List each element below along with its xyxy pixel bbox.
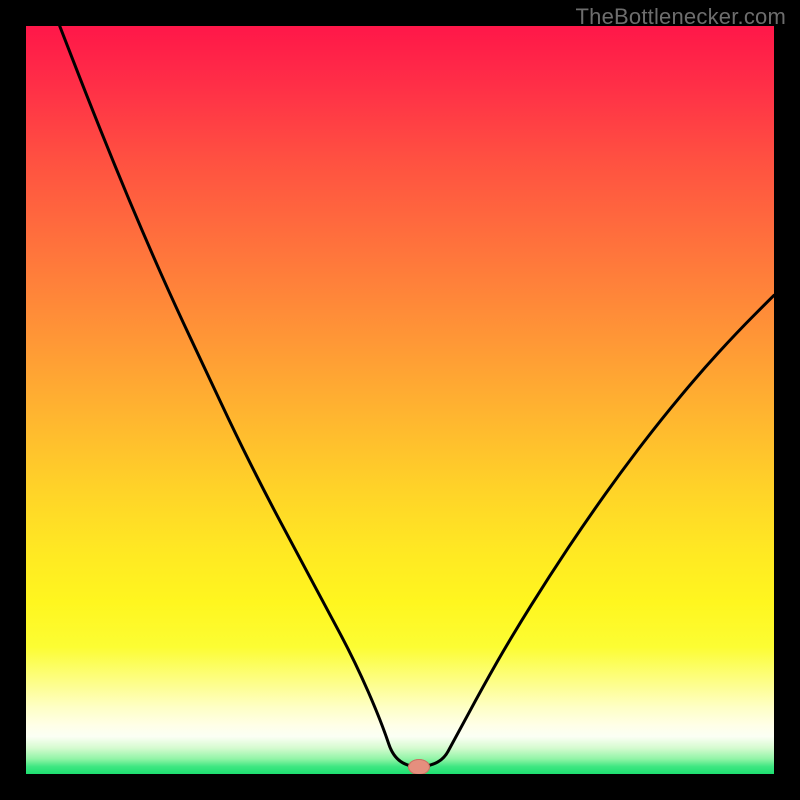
bottleneck-curve [26, 26, 774, 774]
plot-area [26, 26, 774, 774]
optimum-marker [408, 759, 430, 774]
watermark-text: TheBottlenecker.com [576, 4, 786, 30]
curve-path [60, 26, 774, 767]
chart-frame: TheBottlenecker.com [0, 0, 800, 800]
